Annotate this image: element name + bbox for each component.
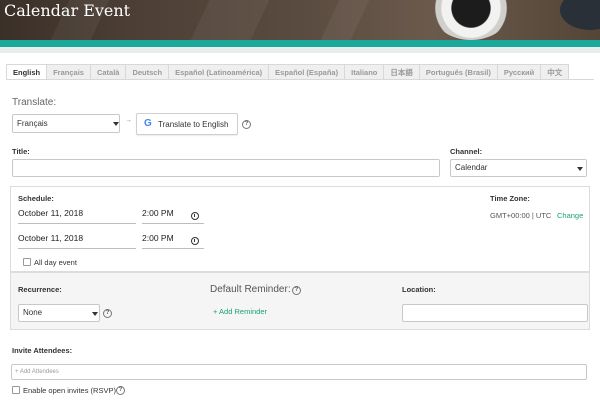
tab-deutsch[interactable]: Deutsch <box>126 64 170 80</box>
language-tabs: English Français Català Deutsch Español … <box>6 64 570 80</box>
translate-label: Translate: <box>12 97 57 108</box>
location-label: Location: <box>402 285 436 294</box>
add-reminder-button[interactable]: + Add Reminder <box>213 307 267 316</box>
tab-english[interactable]: English <box>6 64 48 80</box>
banner-texture <box>190 0 270 40</box>
tab-chinese[interactable]: 中文 <box>541 64 570 80</box>
caret-down-icon <box>577 167 583 171</box>
recurrence-select-value: None <box>23 308 43 317</box>
location-input[interactable] <box>402 304 588 322</box>
recurrence-label: Recurrence: <box>18 285 62 294</box>
translate-button[interactable]: G Translate to English <box>136 113 238 135</box>
title-input[interactable] <box>12 159 440 177</box>
channel-label: Channel: <box>450 147 483 156</box>
open-invites-checkbox[interactable] <box>12 386 20 394</box>
start-time-value: 2:00 PM <box>142 208 174 218</box>
default-reminder-label: Default Reminder: <box>210 284 291 295</box>
tab-espanol-espana[interactable]: Español (España) <box>269 64 346 80</box>
language-select[interactable]: Français <box>12 114 120 133</box>
caret-down-icon <box>92 312 98 316</box>
recurrence-select[interactable]: None <box>18 304 100 322</box>
banner-texture <box>320 0 370 40</box>
tab-japanese[interactable]: 日本語 <box>384 64 420 80</box>
arrow-right-icon: → <box>125 117 132 124</box>
channel-select-value: Calendar <box>455 163 488 172</box>
start-date-input[interactable]: October 11, 2018 <box>18 204 136 224</box>
invite-attendees-label: Invite Attendees: <box>12 346 73 355</box>
tab-portugues-brasil[interactable]: Português (Brasil) <box>419 64 498 80</box>
open-invites-label: Enable open invites (RSVP) <box>23 386 116 395</box>
tab-francais[interactable]: Français <box>47 64 91 80</box>
accent-bar <box>0 40 600 47</box>
translate-button-label: Translate to English <box>158 120 229 129</box>
header-banner: Calendar Event <box>0 0 600 40</box>
help-icon[interactable]: ? <box>242 120 251 129</box>
channel-select[interactable]: Calendar <box>450 159 587 177</box>
page-title: Calendar Event <box>4 1 131 20</box>
schedule-label: Schedule: <box>18 194 54 203</box>
all-day-label: All day event <box>34 258 77 267</box>
title-label: Title: <box>12 147 30 156</box>
timezone-change-link[interactable]: Change <box>557 211 583 220</box>
google-icon: G <box>144 118 152 129</box>
end-date-input[interactable]: October 11, 2018 <box>18 229 136 249</box>
clock-icon[interactable] <box>191 237 199 245</box>
timezone-label: Time Zone: <box>490 194 530 203</box>
tab-russian[interactable]: Русский <box>497 64 542 80</box>
caret-down-icon <box>113 122 119 126</box>
tab-italiano[interactable]: Italiano <box>345 64 385 80</box>
language-select-value: Français <box>17 119 48 128</box>
banner-decoration <box>560 0 600 30</box>
timezone-value: GMT+00:00 | UTC <box>490 211 552 220</box>
tabs-divider <box>6 79 594 80</box>
help-icon[interactable]: ? <box>292 286 301 295</box>
coffee-cup-image <box>432 0 510 40</box>
help-icon[interactable]: ? <box>116 386 125 395</box>
tab-espanol-latinoamerica[interactable]: Español (Latinoamérica) <box>169 64 270 80</box>
tab-catala[interactable]: Català <box>90 64 127 80</box>
clock-icon[interactable] <box>191 212 199 220</box>
help-icon[interactable]: ? <box>103 309 112 318</box>
end-time-value: 2:00 PM <box>142 233 174 243</box>
accent-shadow <box>0 47 600 53</box>
add-attendees-input[interactable]: + Add Attendees <box>11 364 587 380</box>
all-day-checkbox[interactable] <box>23 258 31 266</box>
